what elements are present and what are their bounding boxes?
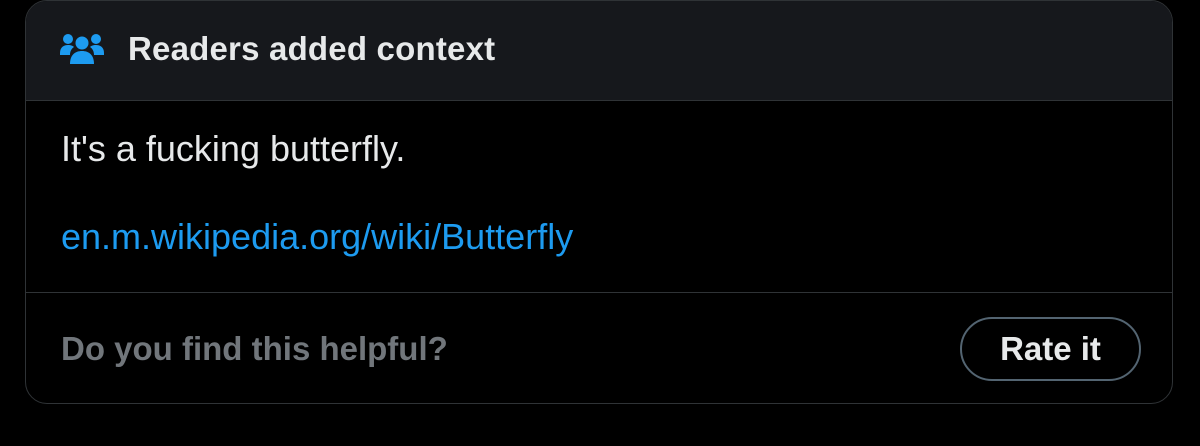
helpful-question: Do you find this helpful? [61, 330, 448, 367]
community-note-card: Readers added context It's a fucking but… [25, 0, 1173, 404]
divider [26, 292, 1172, 293]
note-header: Readers added context [26, 1, 1172, 101]
rate-it-button[interactable]: Rate it [960, 317, 1141, 381]
note-body-text: It's a fucking butterfly. [61, 128, 406, 169]
note-header-title: Readers added context [128, 30, 496, 67]
people-icon [60, 34, 104, 64]
source-link[interactable]: en.m.wikipedia.org/wiki/Butterfly [61, 215, 573, 259]
